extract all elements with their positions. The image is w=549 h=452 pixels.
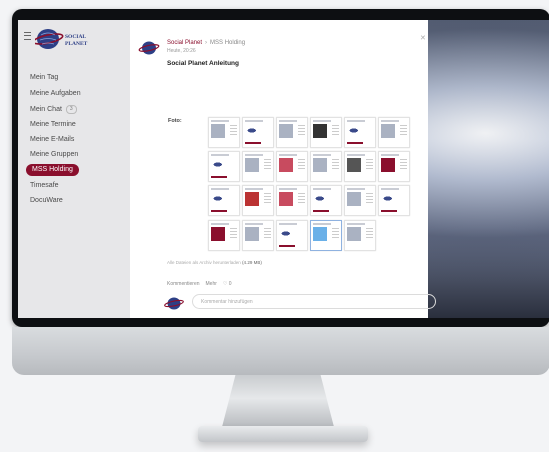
post-title: Social Planet Anleitung — [167, 60, 239, 67]
photo-gallery — [192, 117, 410, 257]
author-avatar — [138, 41, 160, 55]
monitor-stand — [222, 375, 334, 427]
photo-thumbnail[interactable] — [344, 185, 376, 216]
sidebar-item-meine-aufgaben[interactable]: Meine Aufgaben — [30, 88, 81, 100]
post-group-link[interactable]: MSS Holding — [210, 40, 245, 46]
photo-thumbnail[interactable] — [344, 151, 376, 182]
photo-thumbnail[interactable] — [276, 220, 308, 251]
sidebar-item-mein-chat[interactable]: Mein Chat 3 — [30, 104, 77, 116]
photo-thumbnail[interactable] — [378, 151, 410, 182]
comment-button[interactable]: Kommentieren — [167, 281, 200, 287]
photo-thumbnail[interactable] — [344, 220, 376, 251]
user-avatar — [164, 297, 184, 310]
photo-thumbnail[interactable] — [344, 117, 376, 148]
photo-thumbnail[interactable] — [276, 117, 308, 148]
breadcrumb-separator: › — [205, 40, 208, 46]
social-planet-logo-icon: SOCIAL PLANET — [35, 29, 88, 49]
app-window: SOCIAL PLANET Mein Tag Meine Aufgaben Me… — [18, 20, 436, 318]
menu-icon[interactable] — [24, 32, 31, 40]
svg-text:SOCIAL: SOCIAL — [65, 34, 86, 40]
post-actions: Kommentieren Mehr ♡ 0 — [167, 281, 238, 287]
chat-count-badge: 3 — [65, 104, 77, 114]
photo-thumbnail[interactable] — [310, 151, 342, 182]
photo-thumbnail[interactable] — [310, 117, 342, 148]
photo-thumbnail[interactable] — [242, 117, 274, 148]
photo-thumbnail[interactable] — [242, 220, 274, 251]
photo-thumbnail[interactable] — [378, 117, 410, 148]
sidebar: SOCIAL PLANET Mein Tag Meine Aufgaben Me… — [18, 20, 130, 318]
photo-thumbnail[interactable] — [208, 185, 240, 216]
photo-thumbnail[interactable] — [378, 185, 410, 216]
post-timestamp: Heute, 20:26 — [167, 48, 196, 54]
photo-thumbnail[interactable] — [310, 185, 342, 216]
photo-thumbnail[interactable] — [242, 185, 274, 216]
photo-thumbnail[interactable] — [242, 151, 274, 182]
monitor-stand-base — [198, 426, 368, 442]
sidebar-item-meine-termine[interactable]: Meine Termine — [30, 119, 76, 131]
post-author-link[interactable]: Social Planet — [167, 40, 202, 46]
photo-thumbnail[interactable] — [208, 151, 240, 182]
comment-input[interactable]: Kommentar hinzufügen — [192, 294, 436, 309]
photo-thumbnail[interactable] — [310, 220, 342, 251]
sidebar-item-label: Mein Chat — [30, 106, 62, 113]
like-button[interactable]: ♡ 0 — [223, 281, 232, 287]
photo-thumbnail[interactable] — [208, 220, 240, 251]
sidebar-item-meine-emails[interactable]: Meine E-Mails — [30, 134, 74, 146]
photo-thumbnail[interactable] — [208, 117, 240, 148]
photo-thumbnail[interactable] — [276, 151, 308, 182]
svg-text:PLANET: PLANET — [65, 41, 88, 47]
archive-size: (4.29 MB) — [242, 260, 262, 265]
sidebar-item-mein-tag[interactable]: Mein Tag — [30, 72, 58, 84]
sidebar-item-timesafe[interactable]: Timesafe — [30, 180, 59, 192]
post-view: ✕ Social Planet › MSS Holding Heute, 20:26… — [130, 20, 436, 318]
archive-download-label: Alle Dateien als Archiv herunterladen — [167, 260, 241, 265]
monitor-screen: SOCIAL PLANET Mein Tag Meine Aufgaben Me… — [18, 20, 549, 318]
sidebar-item-meine-gruppen[interactable]: Meine Gruppen — [30, 149, 78, 161]
monitor-chin — [12, 327, 549, 375]
photo-thumbnail[interactable] — [276, 185, 308, 216]
sidebar-item-mss-holding[interactable]: MSS Holding — [26, 164, 79, 176]
close-icon[interactable]: ✕ — [420, 34, 426, 42]
sidebar-item-docuware[interactable]: DocuWare — [30, 195, 63, 207]
photos-label: Foto: — [168, 118, 182, 124]
more-button[interactable]: Mehr — [206, 281, 217, 287]
archive-download-link[interactable]: Alle Dateien als Archiv herunterladen (4… — [167, 260, 262, 265]
post-header: Social Planet › MSS Holding — [167, 40, 245, 46]
